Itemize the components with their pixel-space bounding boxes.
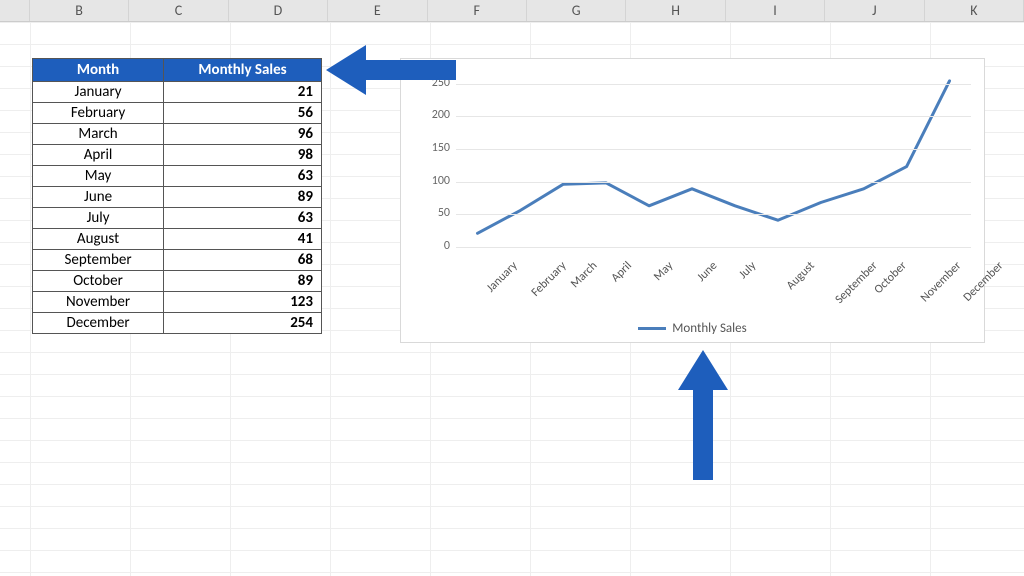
- column-header[interactable]: H: [626, 0, 725, 21]
- month-cell[interactable]: April: [33, 145, 164, 166]
- table-row[interactable]: May63: [33, 166, 322, 187]
- table-header-month[interactable]: Month: [33, 59, 164, 82]
- chart-x-tick-label: April: [609, 259, 635, 285]
- line-chart[interactable]: 0 50 100 150 200 250 JanuaryFebruaryMarch Apri…: [400, 58, 985, 343]
- sales-cell[interactable]: 41: [164, 229, 322, 250]
- table-row[interactable]: March96: [33, 124, 322, 145]
- month-cell[interactable]: August: [33, 229, 164, 250]
- sales-cell[interactable]: 56: [164, 103, 322, 124]
- legend-label: Monthly Sales: [672, 321, 746, 336]
- table-row[interactable]: June89: [33, 187, 322, 208]
- table-row[interactable]: October89: [33, 271, 322, 292]
- month-cell[interactable]: June: [33, 187, 164, 208]
- sales-cell[interactable]: 63: [164, 208, 322, 229]
- chart-legend[interactable]: Monthly Sales: [401, 321, 984, 336]
- chart-x-tick-label: June: [695, 259, 721, 285]
- chart-y-tick-label: 100: [416, 174, 450, 188]
- chart-x-axis-labels: JanuaryFebruaryMarch April May June July Augu…: [456, 253, 971, 308]
- column-header[interactable]: F: [428, 0, 527, 21]
- month-cell[interactable]: July: [33, 208, 164, 229]
- chart-series-line[interactable]: [456, 77, 971, 247]
- spreadsheet-column-headers: B C D E F G H I J K: [0, 0, 1024, 22]
- sales-cell[interactable]: 63: [164, 166, 322, 187]
- chart-x-tick-label: May: [651, 259, 676, 284]
- chart-x-tick-label: January: [484, 259, 520, 295]
- sales-cell[interactable]: 254: [164, 313, 322, 334]
- chart-gridline: 0: [456, 247, 971, 248]
- table-row[interactable]: January21: [33, 82, 322, 103]
- chart-x-tick-label: July: [736, 259, 759, 282]
- sales-cell[interactable]: 96: [164, 124, 322, 145]
- sales-cell[interactable]: 98: [164, 145, 322, 166]
- chart-plot-area[interactable]: 0 50 100 150 200 250: [456, 77, 971, 247]
- chart-gridline: 150: [456, 149, 971, 150]
- chart-gridline: 100: [456, 182, 971, 183]
- column-header-blank: [0, 0, 30, 21]
- sales-cell[interactable]: 21: [164, 82, 322, 103]
- table-row[interactable]: November123: [33, 292, 322, 313]
- column-header[interactable]: I: [726, 0, 825, 21]
- chart-y-tick-label: 0: [416, 239, 450, 253]
- column-header[interactable]: K: [925, 0, 1024, 21]
- column-header[interactable]: J: [825, 0, 924, 21]
- chart-y-tick-label: 50: [416, 206, 450, 220]
- table-row[interactable]: February56: [33, 103, 322, 124]
- sales-cell[interactable]: 123: [164, 292, 322, 313]
- table-row[interactable]: December254: [33, 313, 322, 334]
- sales-cell[interactable]: 68: [164, 250, 322, 271]
- chart-x-tick-label: August: [784, 259, 818, 293]
- month-cell[interactable]: October: [33, 271, 164, 292]
- chart-y-tick-label: 150: [416, 141, 450, 155]
- month-cell[interactable]: November: [33, 292, 164, 313]
- chart-x-tick-label: November: [918, 259, 964, 305]
- column-header[interactable]: B: [30, 0, 129, 21]
- chart-x-tick-label: September: [832, 259, 880, 307]
- month-cell[interactable]: May: [33, 166, 164, 187]
- column-header[interactable]: E: [328, 0, 427, 21]
- chart-y-tick-label: 200: [416, 108, 450, 122]
- arrow-up-icon: [678, 350, 728, 480]
- chart-gridline: 250: [456, 84, 971, 85]
- sales-data-table[interactable]: Month Monthly Sales January21 February56…: [32, 58, 322, 334]
- table-row[interactable]: July63: [33, 208, 322, 229]
- column-header[interactable]: D: [229, 0, 328, 21]
- chart-x-tick-label: March: [568, 259, 600, 291]
- table-row[interactable]: August41: [33, 229, 322, 250]
- month-cell[interactable]: January: [33, 82, 164, 103]
- chart-gridline: 200: [456, 116, 971, 117]
- month-cell[interactable]: March: [33, 124, 164, 145]
- column-header[interactable]: G: [527, 0, 626, 21]
- chart-x-tick-label: February: [529, 259, 570, 300]
- table-row[interactable]: April98: [33, 145, 322, 166]
- table-body: January21 February56 March96 April98 May…: [33, 82, 322, 334]
- chart-gridline: 50: [456, 214, 971, 215]
- sales-cell[interactable]: 89: [164, 271, 322, 292]
- table-header-sales[interactable]: Monthly Sales: [164, 59, 322, 82]
- table-row[interactable]: September68: [33, 250, 322, 271]
- month-cell[interactable]: February: [33, 103, 164, 124]
- legend-swatch-icon: [638, 327, 666, 330]
- column-header[interactable]: C: [129, 0, 228, 21]
- arrow-left-icon: [326, 45, 456, 95]
- sales-cell[interactable]: 89: [164, 187, 322, 208]
- month-cell[interactable]: September: [33, 250, 164, 271]
- month-cell[interactable]: December: [33, 313, 164, 334]
